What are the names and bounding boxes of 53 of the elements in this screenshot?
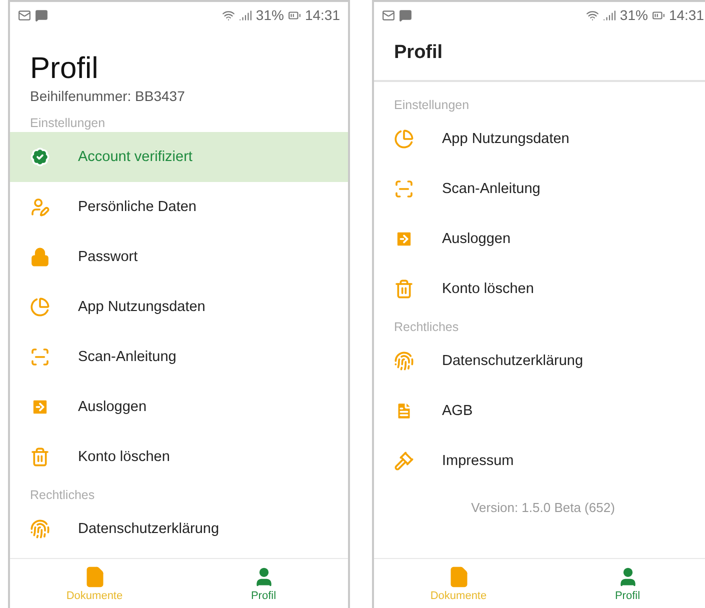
trash-icon: [30, 447, 50, 467]
menu-item[interactable]: App Nutzungsdaten: [374, 114, 705, 164]
menu-item[interactable]: Ausloggen: [10, 382, 348, 432]
wifi-icon: [222, 8, 235, 22]
menu-item[interactable]: Passwort: [10, 232, 348, 282]
mail-icon: [382, 8, 395, 22]
nav-tab[interactable]: Profil: [179, 559, 348, 608]
menu-item[interactable]: Konto löschen: [374, 264, 705, 314]
fingerprint-icon: [30, 519, 50, 539]
gavel-icon: [394, 451, 414, 471]
battery-icon: [288, 8, 301, 22]
trash-icon: [394, 279, 414, 299]
scan-frame-icon: [30, 347, 50, 367]
message-icon: [35, 8, 48, 22]
menu-item[interactable]: Ausloggen: [374, 214, 705, 264]
fingerprint-icon: [394, 351, 414, 371]
member-number: Beihilfenummer: BB3437: [29, 87, 186, 104]
arrow-square-icon: [30, 397, 50, 417]
clock-time: 14:31: [668, 7, 704, 23]
menu-item[interactable]: Scan-Anleitung: [374, 164, 705, 214]
section-heading: Rechtliches: [393, 319, 460, 336]
version-text: Version: 1.5.0 Beta (652): [470, 499, 616, 517]
mail-icon: [18, 8, 31, 22]
menu-item[interactable]: Persönliche Daten: [10, 182, 348, 232]
menu-item[interactable]: Konto löschen: [10, 432, 348, 482]
battery-percent: 31%: [256, 7, 284, 23]
page-title: Profil: [29, 51, 100, 86]
scan-frame-icon: [394, 179, 414, 199]
message-icon: [399, 8, 412, 22]
pie-chart-icon: [30, 297, 50, 317]
pie-chart-icon: [394, 129, 414, 149]
menu-item[interactable]: Scan-Anleitung: [10, 332, 348, 382]
battery-icon: [652, 8, 665, 22]
app-bar-title: Profil: [374, 28, 705, 82]
nav-tab[interactable]: Profil: [543, 559, 705, 608]
person-pencil-icon: [30, 197, 50, 217]
arrow-square-icon: [394, 229, 414, 249]
menu-item[interactable]: App Nutzungsdaten: [10, 282, 348, 332]
section-heading: Einstellungen: [29, 115, 106, 132]
menu-item[interactable]: Datenschutzerklärung: [10, 504, 348, 554]
wifi-icon: [586, 8, 599, 22]
signal-icon: [602, 8, 616, 22]
lock-icon: [30, 247, 50, 267]
menu-item[interactable]: Impressum: [374, 436, 705, 486]
menu-item[interactable]: Datenschutzerklärung: [374, 336, 705, 386]
verified-badge-icon: [30, 147, 50, 167]
signal-icon: [238, 8, 252, 22]
section-heading: Rechtliches: [29, 487, 96, 504]
section-heading: Einstellungen: [393, 97, 470, 114]
battery-percent: 31%: [620, 7, 648, 23]
menu-item[interactable]: AGB: [374, 386, 705, 436]
clock-time: 14:31: [304, 7, 340, 23]
menu-item[interactable]: Account verifiziert: [10, 132, 348, 182]
